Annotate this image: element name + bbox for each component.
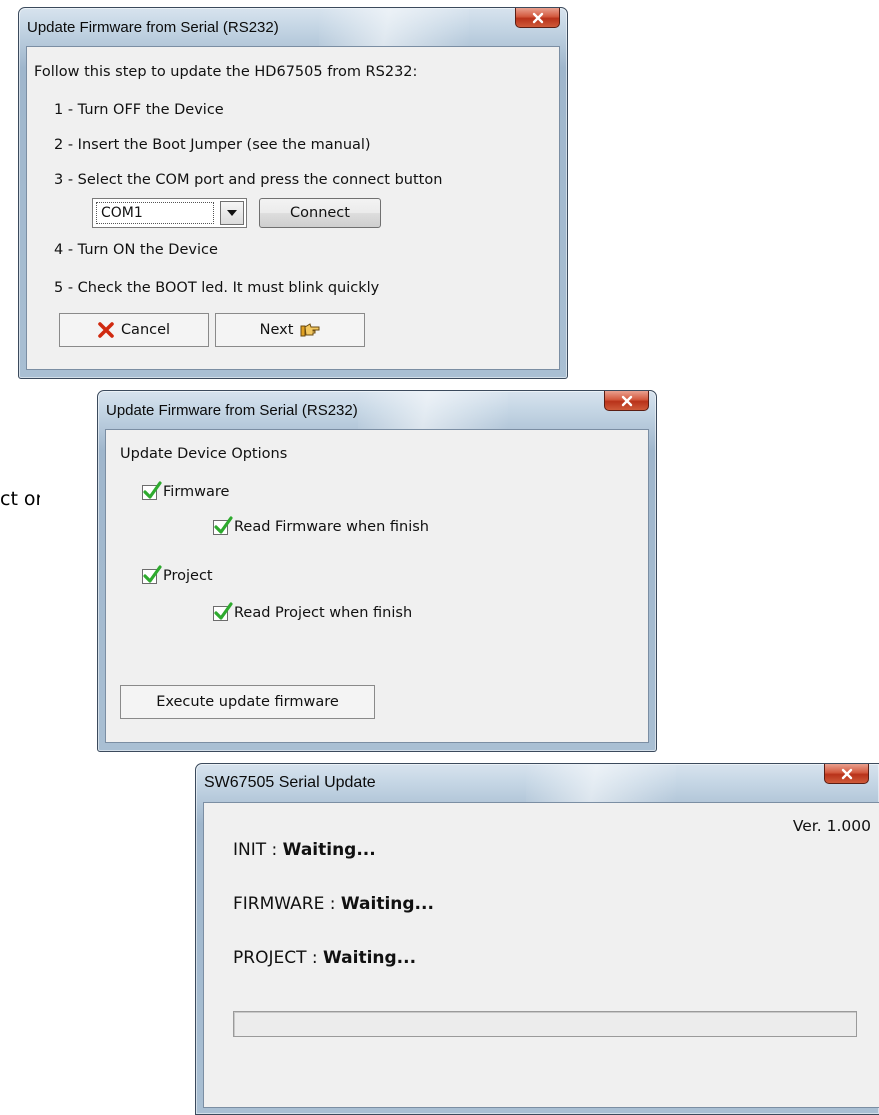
window-title: SW67505 Serial Update bbox=[204, 774, 376, 791]
connect-label: Connect bbox=[290, 205, 350, 221]
chevron-down-icon bbox=[227, 210, 237, 216]
update-firmware-dialog-steps: Update Firmware from Serial (RS232) Foll… bbox=[18, 7, 568, 379]
firmware-label: FIRMWARE : bbox=[233, 894, 336, 914]
progress-bar bbox=[233, 1011, 857, 1037]
step-3: 3 - Select the COM port and press the co… bbox=[54, 172, 443, 188]
next-label: Next bbox=[259, 322, 294, 338]
close-button[interactable] bbox=[604, 391, 649, 411]
background-partial-text: ct or bbox=[0, 488, 40, 510]
titlebar[interactable]: SW67505 Serial Update bbox=[204, 764, 871, 802]
step-1: 1 - Turn OFF the Device bbox=[54, 102, 224, 118]
read-firmware-checkbox[interactable]: Read Firmware when finish bbox=[213, 515, 429, 535]
project-label: PROJECT : bbox=[233, 948, 318, 968]
firmware-label: Firmware bbox=[163, 484, 230, 500]
init-status: Waiting... bbox=[282, 840, 376, 860]
firmware-checkbox[interactable]: Firmware bbox=[142, 480, 230, 500]
cancel-button[interactable]: Cancel bbox=[59, 313, 209, 347]
version-text: Ver. 1.000 bbox=[792, 817, 871, 835]
com-port-value: COM1 bbox=[96, 202, 214, 224]
project-checkbox[interactable]: Project bbox=[142, 564, 213, 584]
step-4: 4 - Turn ON the Device bbox=[54, 242, 218, 258]
close-icon bbox=[621, 395, 632, 406]
dialog-client-area: Ver. 1.000 INIT : Waiting... FIRMWARE : … bbox=[203, 802, 879, 1108]
firmware-status-line: FIRMWARE : Waiting... bbox=[233, 894, 434, 914]
section-label: Update Device Options bbox=[120, 446, 288, 462]
window-title: Update Firmware from Serial (RS232) bbox=[27, 18, 279, 36]
update-firmware-dialog-options: Update Firmware from Serial (RS232) Upda… bbox=[97, 390, 657, 752]
project-status-line: PROJECT : Waiting... bbox=[233, 948, 416, 968]
project-status: Waiting... bbox=[323, 948, 417, 968]
init-status-line: INIT : Waiting... bbox=[233, 840, 376, 860]
close-button[interactable] bbox=[824, 764, 869, 784]
com-port-select[interactable]: COM1 bbox=[92, 198, 247, 228]
pointing-hand-icon bbox=[300, 323, 320, 337]
dialog-client-area: Follow this step to update the HD67505 f… bbox=[26, 46, 560, 370]
checkbox-box bbox=[213, 515, 233, 535]
checkbox-box bbox=[142, 480, 162, 500]
checkbox-box bbox=[142, 564, 162, 584]
check-icon bbox=[214, 601, 233, 620]
titlebar[interactable]: Update Firmware from Serial (RS232) bbox=[27, 8, 559, 46]
step-2: 2 - Insert the Boot Jumper (see the manu… bbox=[54, 137, 371, 153]
check-icon bbox=[214, 515, 233, 534]
project-label: Project bbox=[163, 568, 213, 584]
close-button[interactable] bbox=[515, 8, 560, 28]
firmware-status: Waiting... bbox=[340, 894, 434, 914]
next-button[interactable]: Next bbox=[215, 313, 365, 347]
check-icon bbox=[143, 480, 162, 499]
dialog-client-area: Update Device Options Firmware Read Firm… bbox=[105, 429, 649, 743]
connect-button[interactable]: Connect bbox=[259, 198, 381, 228]
cancel-label: Cancel bbox=[120, 322, 171, 338]
window-title: Update Firmware from Serial (RS232) bbox=[106, 401, 358, 419]
step-5: 5 - Check the BOOT led. It must blink qu… bbox=[54, 280, 380, 296]
dropdown-button[interactable] bbox=[220, 201, 244, 225]
close-icon bbox=[841, 768, 852, 779]
init-label: INIT : bbox=[233, 840, 278, 860]
serial-update-dialog: SW67505 Serial Update Ver. 1.000 INIT : … bbox=[195, 763, 879, 1115]
close-icon bbox=[532, 12, 543, 23]
check-icon bbox=[143, 564, 162, 583]
read-project-label: Read Project when finish bbox=[234, 605, 413, 621]
read-project-checkbox[interactable]: Read Project when finish bbox=[213, 601, 413, 621]
titlebar[interactable]: Update Firmware from Serial (RS232) bbox=[106, 391, 648, 429]
read-firmware-label: Read Firmware when finish bbox=[234, 519, 429, 535]
execute-label: Execute update firmware bbox=[156, 694, 339, 710]
intro-text: Follow this step to update the HD67505 f… bbox=[34, 64, 418, 80]
red-x-icon bbox=[98, 322, 114, 338]
execute-update-firmware-button[interactable]: Execute update firmware bbox=[120, 685, 375, 719]
checkbox-box bbox=[213, 601, 233, 621]
